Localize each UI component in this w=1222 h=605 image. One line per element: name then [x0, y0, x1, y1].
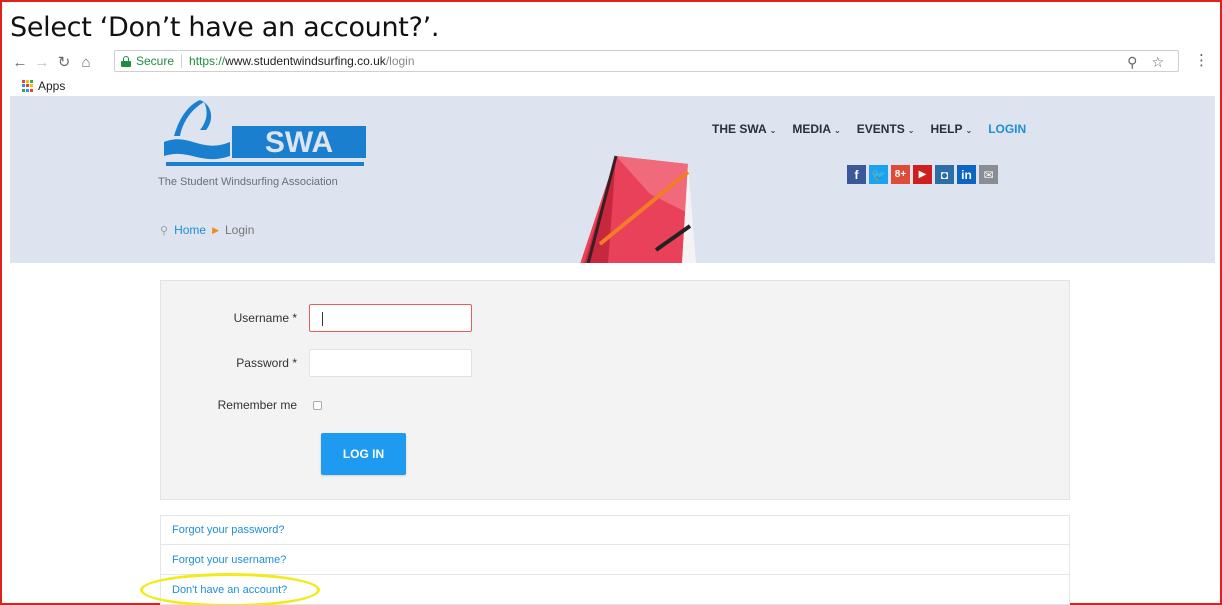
lock-icon: [121, 55, 131, 67]
reload-icon[interactable]: ↻: [54, 52, 74, 72]
zoom-icon[interactable]: ⚲: [1127, 54, 1137, 71]
remember-label: Remember me: [217, 398, 297, 412]
instruction-text: Select ‘Don’t have an account?’.: [10, 12, 440, 43]
nav-login[interactable]: LOGIN: [988, 122, 1026, 136]
twitter-icon[interactable]: 🐦: [869, 165, 888, 184]
remember-checkbox[interactable]: [313, 400, 322, 410]
chevron-down-icon: ⌄: [769, 126, 777, 135]
chevron-down-icon: ⌄: [834, 126, 841, 135]
breadcrumb-home[interactable]: Home: [174, 223, 206, 237]
username-label: Username *: [233, 311, 297, 325]
logo-text: SWA: [265, 126, 333, 159]
breadcrumb-current: Login: [225, 223, 255, 237]
forgot-password-link[interactable]: Forgot your password?: [160, 515, 1070, 545]
forward-arrow-icon[interactable]: →: [32, 52, 52, 72]
url-scheme: https://: [189, 54, 226, 68]
site-header: SWA The Student Windsurfing Association …: [10, 96, 1215, 263]
chevron-down-icon: ⌄: [965, 126, 973, 135]
address-bar[interactable]: Secure https://www.studentwindsurfing.co…: [114, 50, 1179, 72]
secure-label: Secure: [136, 54, 175, 68]
social-icons: f 🐦 8+ ▶ ◘ in ✉: [847, 165, 998, 184]
username-row: Username *: [161, 304, 472, 332]
bookmark-star-icon[interactable]: ☆: [1151, 54, 1164, 71]
windsurf-sail-image: [580, 155, 696, 263]
username-input[interactable]: [309, 304, 472, 332]
instagram-icon[interactable]: ◘: [935, 165, 954, 184]
bookmark-apps[interactable]: Apps: [38, 79, 65, 93]
back-arrow-icon[interactable]: ←: [10, 52, 30, 72]
breadcrumb: ⚲ Home ▶ Login: [160, 223, 254, 237]
google-plus-icon[interactable]: 8+: [891, 165, 910, 184]
browser-toolbar: ← → ↻ ⌂ Secure https://www.studentwindsu…: [10, 49, 1215, 75]
url-path: /login: [385, 54, 415, 68]
nav-help[interactable]: HELP ⌄: [930, 122, 972, 136]
login-button[interactable]: LOG IN: [321, 433, 406, 475]
login-form: Username * Password * Remember me LOG IN: [160, 280, 1070, 500]
location-pin-icon: ⚲: [160, 224, 169, 237]
nav-events[interactable]: EVENTS ⌄: [857, 122, 915, 136]
chevron-down-icon: ⌄: [907, 126, 915, 135]
mail-icon[interactable]: ✉: [979, 165, 998, 184]
swa-logo[interactable]: SWA: [160, 96, 370, 176]
facebook-icon[interactable]: f: [847, 165, 866, 184]
password-row: Password *: [161, 349, 472, 377]
home-icon[interactable]: ⌂: [76, 52, 96, 72]
remember-row: Remember me: [161, 398, 322, 412]
bookmarks-bar: Apps: [10, 77, 65, 95]
nav-media[interactable]: MEDIA ⌄: [792, 122, 840, 136]
password-input[interactable]: [309, 349, 472, 377]
highlight-ellipse: [140, 573, 320, 605]
breadcrumb-arrow-icon: ▶: [212, 224, 219, 235]
forgot-username-link[interactable]: Forgot your username?: [160, 545, 1070, 575]
youtube-icon[interactable]: ▶: [913, 165, 932, 184]
nav-the-swa[interactable]: THE SWA ⌄: [712, 122, 776, 136]
linkedin-icon[interactable]: in: [957, 165, 976, 184]
password-label: Password *: [236, 356, 297, 370]
site-tagline: The Student Windsurfing Association: [158, 176, 338, 188]
browser-menu-icon[interactable]: ⋮: [1194, 51, 1209, 69]
apps-grid-icon: [22, 80, 34, 92]
main-nav: THE SWA ⌄ MEDIA ⌄ EVENTS ⌄ HELP ⌄ LOGIN: [712, 122, 1026, 136]
url-host: www.studentwindsurfing.co.uk: [225, 54, 386, 68]
